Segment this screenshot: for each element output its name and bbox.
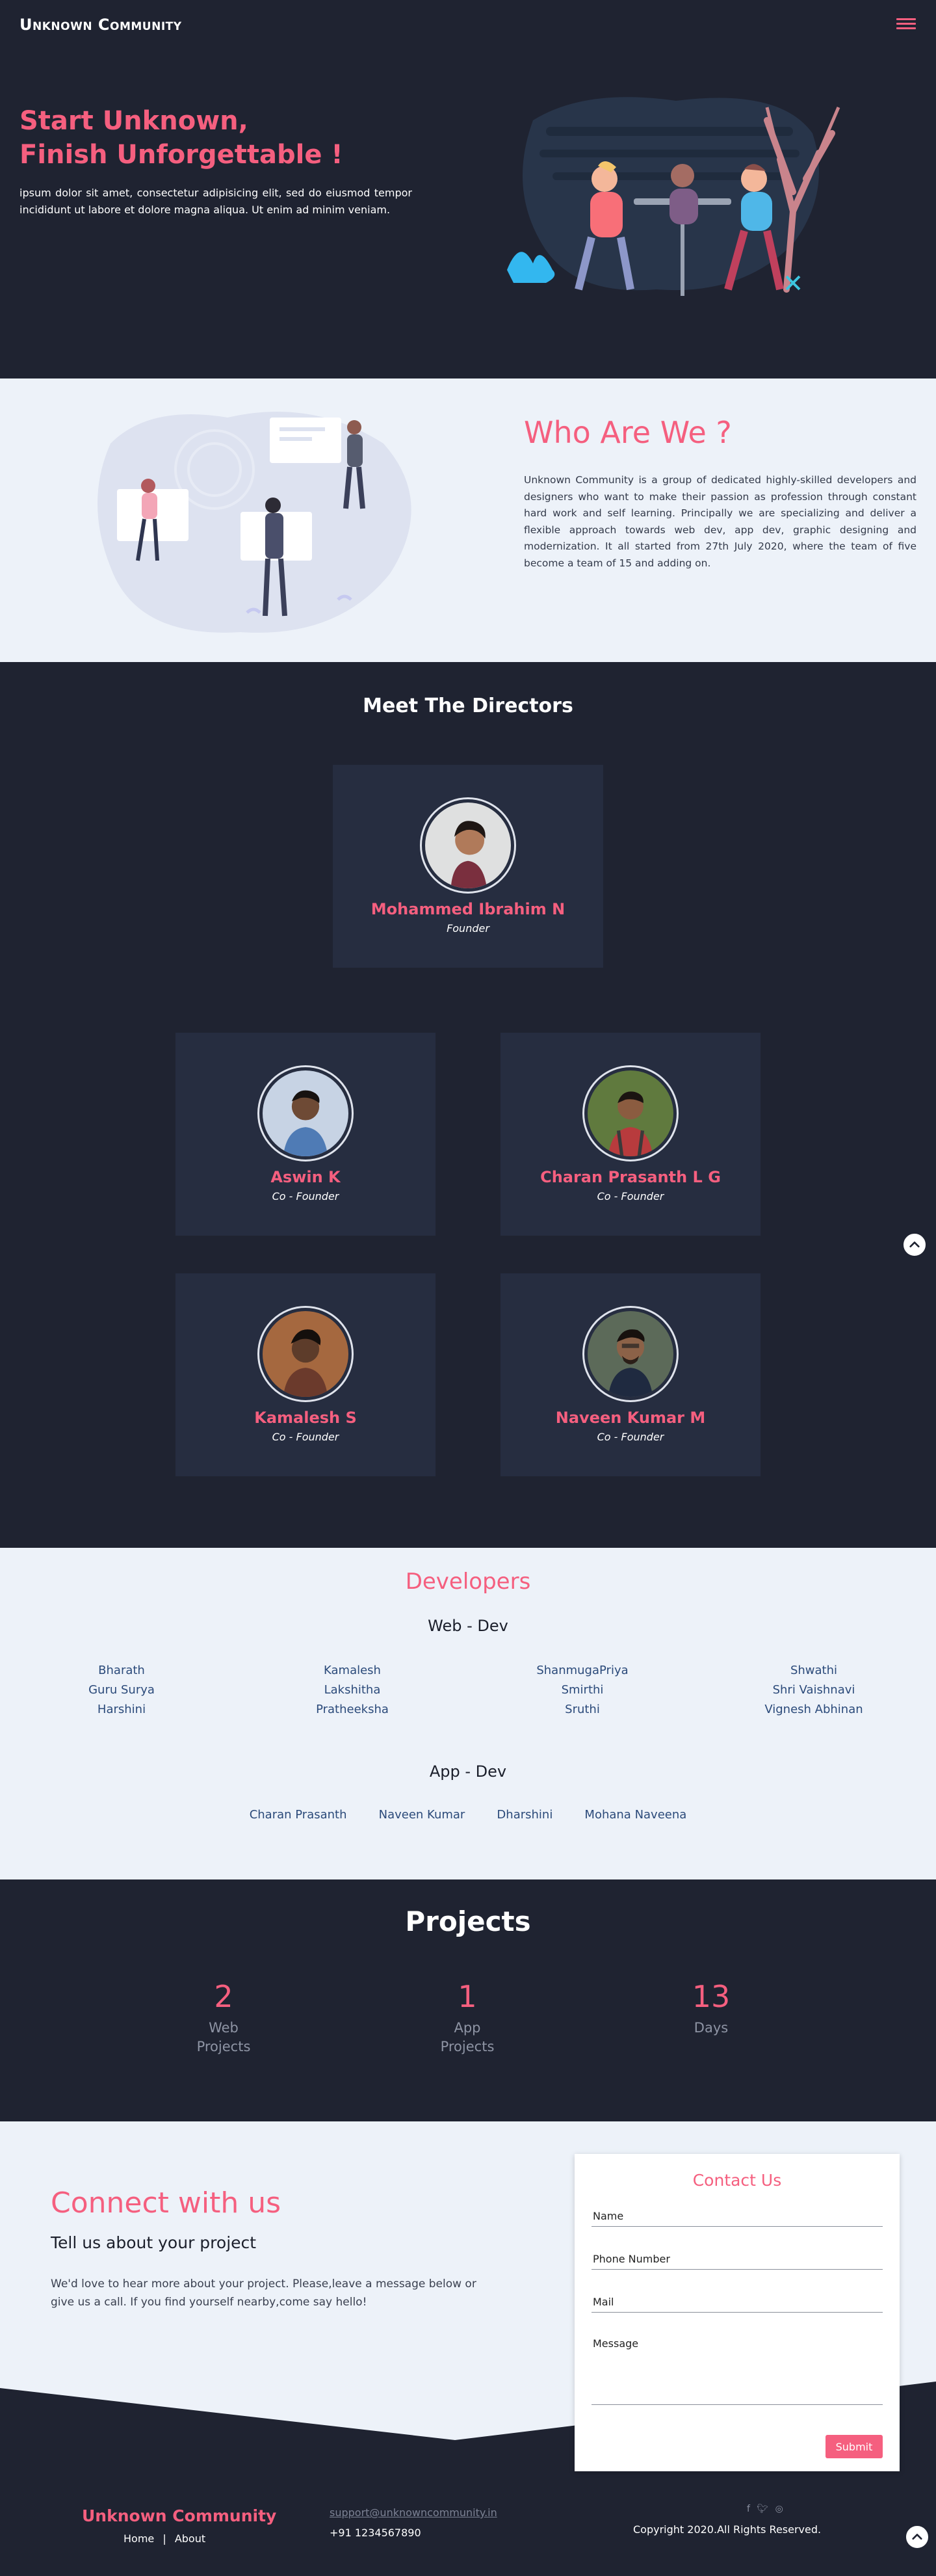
chevron-up-icon [909,1242,920,1248]
message-textarea[interactable] [592,2333,883,2405]
stat-web-projects: 2 Web Projects [126,1978,321,2056]
contact-subtitle: Tell us about your project [51,2233,257,2252]
footer-link-separator: | [162,2532,166,2545]
facebook-icon[interactable]: f [747,2504,750,2514]
director-name: Naveen Kumar M [555,1409,706,1427]
footer-home-link[interactable]: Home [124,2532,154,2545]
contact-form: Contact Us Submit [575,2154,900,2471]
hero-title: Start Unknown, Finish Unforgettable ! [20,104,343,172]
developer-name: Kamalesh [324,1664,381,1677]
developer-name: Sruthi [565,1703,600,1716]
director-card-founder: Mohammed Ibrahim N Founder [333,765,603,968]
director-card-cofounder: Kamalesh S Co - Founder [176,1273,436,1476]
developer-name: Shwathi [790,1664,838,1677]
developer-name: Bharath [98,1664,145,1677]
contact-description: We'd love to hear more about your projec… [51,2277,476,2309]
avatar [420,797,516,894]
chevron-up-icon [912,2534,922,2540]
developer-name: Smirthi [561,1683,604,1697]
avatar [582,1065,679,1162]
stat-label: Web [209,2020,239,2036]
twitter-icon[interactable]: 🐦︎ [757,2504,768,2514]
footer-email-link[interactable]: support@unknowncommunity.in [330,2506,497,2519]
stat-label: Projects [440,2039,495,2054]
director-name: Aswin K [270,1168,341,1186]
mail-input[interactable] [592,2292,883,2313]
developer-name: ShanmugaPriya [536,1664,629,1677]
about-section: Who Are We ? Unknown Community is a grou… [0,378,936,662]
developer-name: Vignesh Abhinan [764,1703,863,1716]
developer-name: Harshini [97,1703,146,1716]
developer-name: Charan Prasanth [249,1808,347,1822]
developers-title: Developers [405,1569,531,1595]
stat-label: Projects [196,2039,251,2054]
projects-title: Projects [405,1905,531,1937]
stat-value: 13 [692,1979,731,2014]
web-dev-title: Web - Dev [428,1617,508,1635]
about-title: Who Are We ? [524,415,732,450]
submit-button[interactable]: Submit [826,2435,883,2458]
director-role: Founder [447,922,489,935]
developer-name: Pratheeksha [316,1703,389,1716]
director-role: Co - Founder [597,1190,664,1202]
navbar: Unknown Community [0,0,936,52]
director-card-cofounder: Naveen Kumar M Co - Founder [500,1273,760,1476]
form-title: Contact Us [692,2171,782,2190]
about-description: Unknown Community is a group of dedicate… [524,474,916,569]
contact-title: Connect with us [51,2186,281,2220]
director-name: Mohammed Ibrahim N [370,900,566,918]
directors-section: Meet The Directors Mohammed Ibrahim N Fo… [0,662,936,1548]
avatar [257,1306,354,1402]
avatar [257,1065,354,1162]
hamburger-icon[interactable] [896,16,916,33]
hero-description: ipsum dolor sit amet, consectetur adipis… [20,187,412,216]
director-card-cofounder: Charan Prasanth L G Co - Founder [500,1033,760,1236]
social-icons: f 🐦︎ ◎ [745,2504,785,2514]
stat-label: App [454,2020,481,2036]
about-illustration [98,412,411,633]
scroll-top-button[interactable] [905,2525,930,2549]
stat-app-projects: 1 App Projects [370,1978,565,2056]
brand-logo[interactable]: Unknown Community [20,16,182,34]
developers-section: Developers Web - Dev Bharath Guru Surya … [0,1548,936,1879]
stat-days: 13 Days [614,1978,809,2038]
developer-name: Lakshitha [324,1683,381,1697]
hero-title-line2: Finish Unforgettable ! [20,140,343,170]
director-role: Co - Founder [272,1190,339,1202]
scroll-top-button[interactable] [902,1232,927,1257]
footer-brand: Unknown Community [82,2506,277,2525]
hero-illustration [507,97,840,296]
director-role: Co - Founder [597,1431,664,1443]
copyright: Copyright 2020.All Rights Reserved. [633,2523,822,2536]
contact-section: Connect with us Tell us about your proje… [0,2121,936,2576]
stat-value: 1 [458,1979,477,2014]
projects-section: Projects 2 Web Projects 1 App Projects 13 … [0,1879,936,2121]
developer-name: Mohana Naveena [584,1808,687,1822]
director-role: Co - Founder [272,1431,339,1443]
directors-title: Meet The Directors [363,695,573,717]
phone-input[interactable] [592,2249,883,2270]
footer-links: Home | About [124,2532,205,2545]
instagram-icon[interactable]: ◎ [775,2504,783,2514]
stat-label: Days [694,2020,729,2036]
app-dev-list: Charan Prasanth Naveen Kumar Dharshini M… [0,1808,936,1822]
avatar [582,1306,679,1402]
developer-name: Guru Surya [88,1683,155,1697]
hero-title-line1: Start Unknown, [20,106,248,136]
footer-phone: +91 1234567890 [330,2527,421,2539]
developer-name: Shri Vaishnavi [772,1683,855,1697]
stat-value: 2 [214,1979,233,2014]
app-dev-title: App - Dev [429,1762,507,1781]
director-name: Charan Prasanth L G [540,1168,721,1186]
hero-section: Start Unknown, Finish Unforgettable ! ip… [0,52,936,378]
director-card-cofounder: Aswin K Co - Founder [176,1033,436,1236]
developer-name: Dharshini [497,1808,553,1822]
footer-about-link[interactable]: About [175,2532,205,2545]
director-name: Kamalesh S [254,1409,357,1427]
developer-name: Naveen Kumar [378,1808,465,1822]
name-input[interactable] [592,2206,883,2227]
